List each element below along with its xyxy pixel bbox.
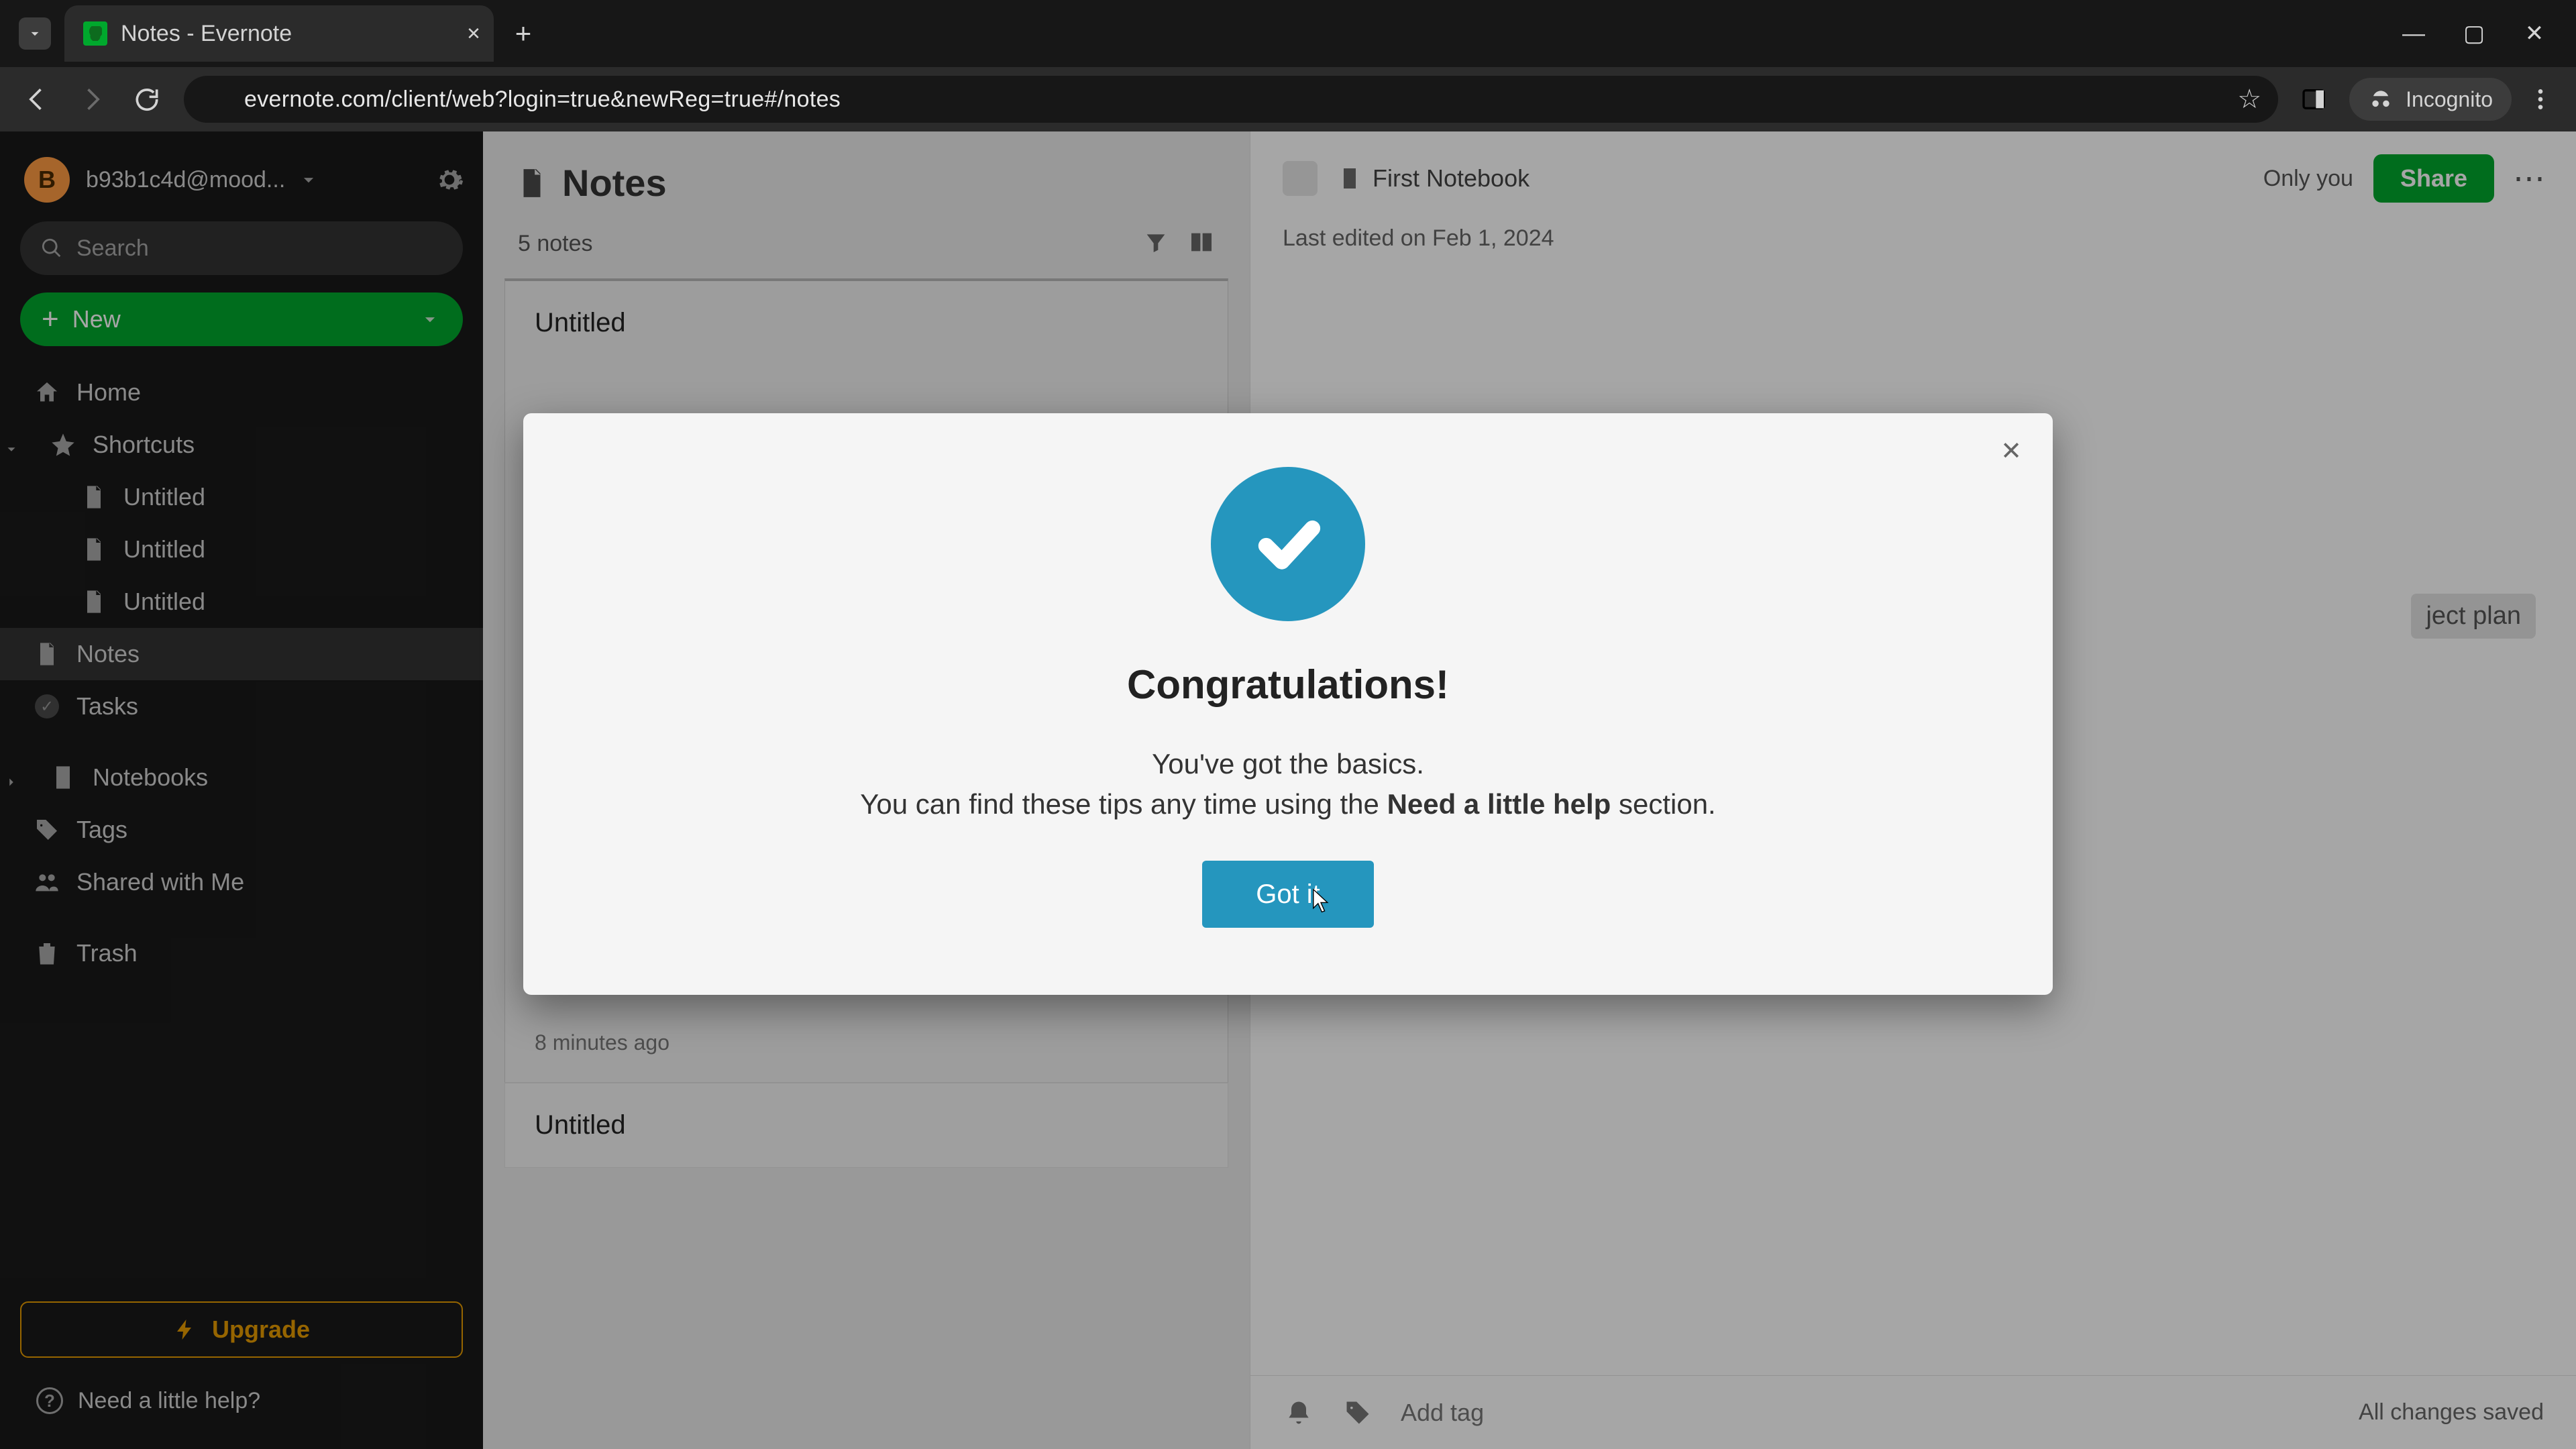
- arrow-right-icon: [77, 85, 107, 114]
- address-bar[interactable]: evernote.com/client/web?login=true&newRe…: [184, 76, 2278, 123]
- window-minimize-button[interactable]: —: [2400, 20, 2427, 47]
- modal-overlay[interactable]: Congratulations! You've got the basics. …: [0, 131, 2576, 1449]
- modal-line1: You've got the basics.: [1152, 748, 1424, 780]
- congrats-modal: Congratulations! You've got the basics. …: [523, 413, 2053, 995]
- close-tab-button[interactable]: [462, 21, 486, 46]
- browser-toolbar: evernote.com/client/web?login=true&newRe…: [0, 67, 2576, 131]
- site-info-button[interactable]: [199, 85, 227, 113]
- window-maximize-button[interactable]: ▢: [2461, 20, 2487, 47]
- modal-message: You've got the basics. You can find thes…: [860, 748, 1715, 820]
- side-panel-button[interactable]: [2290, 76, 2337, 123]
- reload-icon: [132, 85, 162, 114]
- kebab-icon: [2527, 86, 2554, 113]
- url-text: evernote.com/client/web?login=true&newRe…: [244, 87, 841, 113]
- incognito-icon: [2368, 87, 2394, 112]
- tune-icon: [201, 88, 224, 111]
- bookmark-button[interactable]: [2235, 85, 2263, 113]
- reload-button[interactable]: [122, 74, 172, 124]
- new-tab-button[interactable]: [500, 11, 546, 56]
- panel-right-icon: [2300, 86, 2327, 113]
- got-it-button[interactable]: Got it: [1202, 861, 1374, 928]
- incognito-chip[interactable]: Incognito: [2349, 78, 2512, 121]
- browser-menu-button[interactable]: [2517, 76, 2564, 123]
- evernote-favicon-icon: [83, 21, 107, 46]
- got-it-label: Got it: [1256, 879, 1320, 910]
- modal-line2: You can find these tips any time using t…: [860, 788, 1715, 820]
- arrow-left-icon: [22, 85, 52, 114]
- window-close-button[interactable]: ✕: [2521, 20, 2548, 47]
- back-button[interactable]: [12, 74, 62, 124]
- chevron-down-icon: [26, 25, 44, 42]
- check-circle-icon: [1211, 467, 1365, 621]
- browser-tab[interactable]: Notes - Evernote: [64, 5, 494, 62]
- forward-button[interactable]: [67, 74, 117, 124]
- browser-tabstrip: Notes - Evernote — ▢ ✕: [0, 0, 2576, 67]
- modal-close-button[interactable]: [1996, 436, 2026, 466]
- tab-search-button[interactable]: [19, 17, 51, 50]
- incognito-label: Incognito: [2406, 87, 2493, 112]
- modal-heading: Congratulations!: [1127, 661, 1449, 708]
- tab-title: Notes - Evernote: [121, 21, 292, 47]
